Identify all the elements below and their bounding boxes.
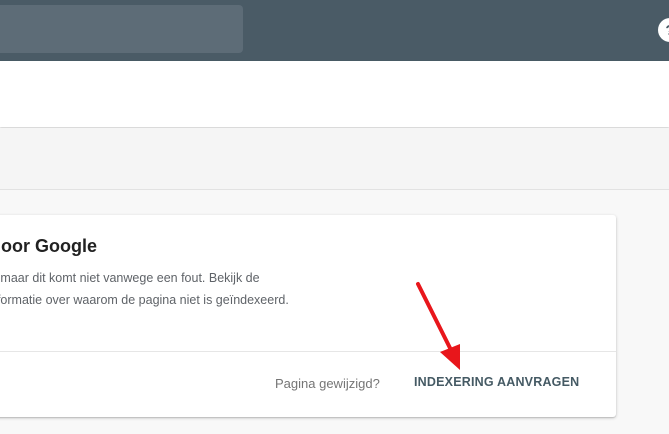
description-line: t, maar dit komt niet vanwege een fout. … bbox=[0, 271, 260, 285]
search-input[interactable] bbox=[0, 5, 243, 53]
card-description: t, maar dit komt niet vanwege een fout. … bbox=[0, 267, 370, 311]
svg-text:?: ? bbox=[665, 22, 669, 39]
card-title: door Google bbox=[0, 236, 97, 256]
section-band bbox=[0, 128, 669, 190]
index-status-card: door Google t, maar dit komt niet vanweg… bbox=[0, 215, 616, 417]
help-icon[interactable]: ? bbox=[657, 17, 669, 43]
top-app-bar: ? bbox=[0, 0, 669, 61]
description-line: nformatie over waarom de pagina niet is … bbox=[0, 293, 289, 307]
annotation-arrow-icon bbox=[416, 282, 460, 370]
page-header bbox=[0, 61, 669, 127]
page-changed-prompt: Pagina gewijzigd? bbox=[275, 376, 380, 391]
card-divider bbox=[0, 351, 616, 352]
